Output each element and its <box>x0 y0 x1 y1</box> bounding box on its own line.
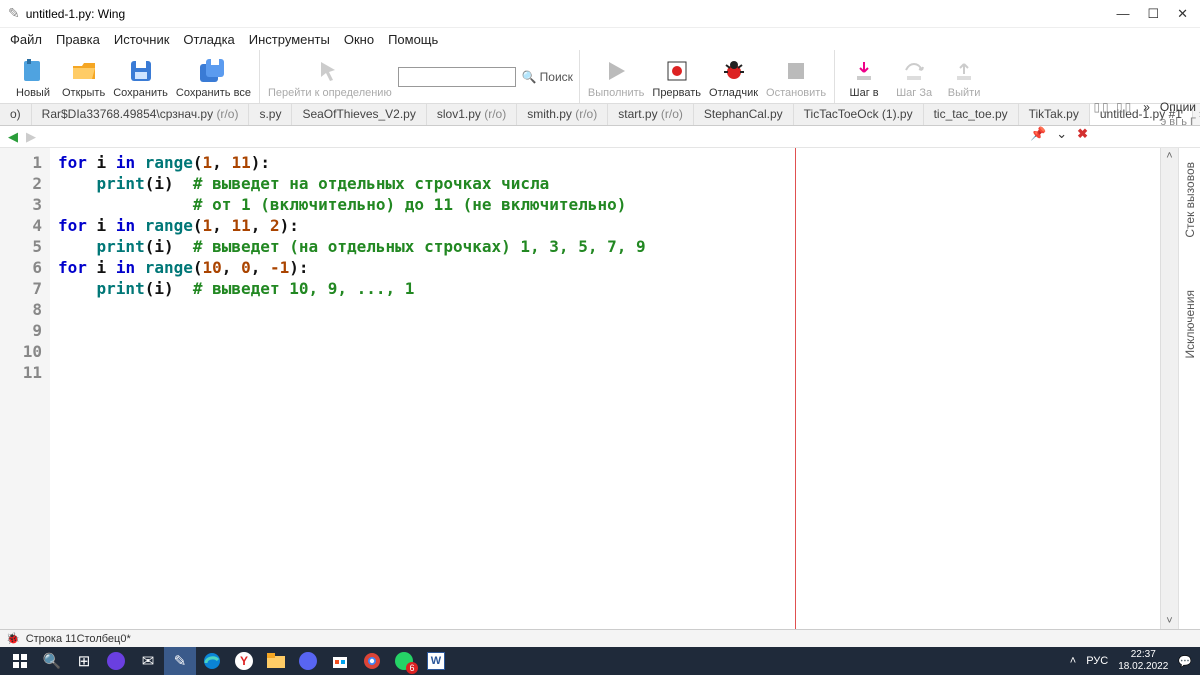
app-alice-icon[interactable] <box>100 647 132 675</box>
app-icon: ✎ <box>8 5 20 22</box>
margin-line <box>795 148 796 629</box>
open-folder-icon <box>70 57 98 85</box>
status-line: Строка 11 <box>26 633 77 645</box>
close-tab-icon[interactable]: ✖ <box>1077 126 1088 142</box>
stop-icon <box>782 57 810 85</box>
sidetab-exceptions[interactable]: Исключения <box>1181 284 1199 365</box>
nav-row: ◀ ▶ <box>0 126 1200 148</box>
debug-button[interactable]: Отладчик <box>707 52 760 101</box>
goto-def-button[interactable]: Перейти к определению <box>266 52 394 101</box>
options-label[interactable]: Опции <box>1160 100 1196 114</box>
toolbar: Новый Открыть Сохранить Сохранить все Пе… <box>0 50 1200 104</box>
tray-expand-icon[interactable]: ˄ <box>1070 655 1076 667</box>
file-tab[interactable]: SeaOfThieves_V2.py <box>292 104 426 125</box>
file-tab[interactable]: s.py <box>249 104 292 125</box>
break-button[interactable]: Прервать <box>650 52 703 101</box>
menu-file[interactable]: Файл <box>10 32 42 47</box>
step-out-icon <box>950 57 978 85</box>
menu-window[interactable]: Окно <box>344 32 374 47</box>
hint-text: э вІ ь Г <box>1161 116 1196 128</box>
tray-lang[interactable]: РУС <box>1086 655 1108 667</box>
menu-tools[interactable]: Инструменты <box>249 32 330 47</box>
right-panel-tabs: Стек вызовов Исключения <box>1178 148 1200 629</box>
tray-notifications-icon[interactable]: 💬 <box>1178 655 1192 668</box>
file-tab[interactable]: Rar$DIa33768.49854\срзнач.py (r/o) <box>32 104 250 125</box>
menu-help[interactable]: Помощь <box>388 32 438 47</box>
stop-record-icon <box>663 57 691 85</box>
statusbar: 🐞 Строка 11 Столбец0 * <box>0 629 1200 647</box>
run-button[interactable]: Выполнить <box>586 52 646 101</box>
app-wing-icon[interactable]: ✎ <box>164 647 196 675</box>
small-icons[interactable]: ▯▯ ▯▯ <box>1093 100 1133 114</box>
stepin-button[interactable]: Шаг в <box>841 52 887 101</box>
status-col: Столбец0 <box>77 633 127 645</box>
app-discord-icon[interactable] <box>292 647 324 675</box>
new-file-icon <box>19 57 47 85</box>
search-box: 🔍Поиск <box>398 66 573 88</box>
file-tab[interactable]: TicTacToeOck (1).py <box>794 104 924 125</box>
file-tab[interactable]: start.py (r/o) <box>608 104 694 125</box>
titlebar: ✎ untitled-1.py: Wing — ☐ ✕ <box>0 0 1200 28</box>
open-button[interactable]: Открыть <box>60 52 107 101</box>
arrow-cursor-icon <box>316 57 344 85</box>
status-bug-icon[interactable]: 🐞 <box>6 632 20 645</box>
app-edge-icon[interactable] <box>196 647 228 675</box>
file-tab[interactable]: tic_tac_toe.py <box>924 104 1019 125</box>
pin-icon[interactable]: 📌 <box>1030 126 1046 142</box>
save-icon <box>127 57 155 85</box>
line-gutter: 1234567891011 <box>0 148 50 629</box>
stepover-button[interactable]: Шаг За <box>891 52 937 101</box>
search-icon: 🔍 <box>522 70 537 84</box>
play-icon <box>602 57 630 85</box>
close-button[interactable]: ✕ <box>1177 6 1188 22</box>
taskbar: 🔍 ⊞ ✉ ✎ Y 6 W ˄ РУС 22:37 18.02.2022 💬 <box>0 647 1200 675</box>
nav-fwd-icon[interactable]: ▶ <box>26 129 36 145</box>
vertical-scrollbar[interactable]: ˄ ˅ <box>1160 148 1178 629</box>
scroll-down-icon[interactable]: ˅ <box>1166 615 1172 627</box>
file-tab[interactable]: smith.py (r/o) <box>517 104 608 125</box>
file-tab-bar: o)Rar$DIa33768.49854\срзнач.py (r/o)s.py… <box>0 104 1200 126</box>
dropdown-icon[interactable]: ⌄ <box>1056 126 1067 142</box>
app-whatsapp-icon[interactable]: 6 <box>388 647 420 675</box>
app-chrome-icon[interactable] <box>356 647 388 675</box>
menu-source[interactable]: Источник <box>114 32 170 47</box>
more-icon[interactable]: » <box>1143 100 1150 114</box>
search-input[interactable] <box>398 67 516 87</box>
file-tab[interactable]: o) <box>0 104 32 125</box>
save-button[interactable]: Сохранить <box>111 52 170 101</box>
status-modified: * <box>126 633 130 645</box>
app-yandex-icon[interactable]: Y <box>228 647 260 675</box>
step-over-icon <box>900 57 928 85</box>
menu-debug[interactable]: Отладка <box>183 32 234 47</box>
scroll-up-icon[interactable]: ˄ <box>1166 150 1172 162</box>
saveall-icon <box>199 57 227 85</box>
code-area[interactable]: for i in range(1, 11): print(i) # выведе… <box>50 148 1160 629</box>
file-tab[interactable]: StephanCal.py <box>694 104 794 125</box>
file-tab[interactable]: slov1.py (r/o) <box>427 104 517 125</box>
step-in-icon <box>850 57 878 85</box>
menu-edit[interactable]: Правка <box>56 32 100 47</box>
sidetab-callstack[interactable]: Стек вызовов <box>1181 156 1199 244</box>
bug-icon <box>720 57 748 85</box>
app-store-icon[interactable] <box>324 647 356 675</box>
stepout-button[interactable]: Выйти <box>941 52 987 101</box>
start-button[interactable] <box>4 647 36 675</box>
file-tab[interactable]: TikTak.py <box>1019 104 1090 125</box>
menubar: Файл Правка Источник Отладка Инструменты… <box>0 28 1200 50</box>
nav-back-icon[interactable]: ◀ <box>8 129 18 145</box>
tray-clock[interactable]: 22:37 18.02.2022 <box>1118 649 1168 673</box>
app-mail-icon[interactable]: ✉ <box>132 647 164 675</box>
app-word-icon[interactable]: W <box>420 647 452 675</box>
minimize-button[interactable]: — <box>1116 6 1129 22</box>
halt-button[interactable]: Остановить <box>764 52 828 101</box>
new-button[interactable]: Новый <box>10 52 56 101</box>
editor: 1234567891011 for i in range(1, 11): pri… <box>0 148 1200 629</box>
window-title: untitled-1.py: Wing <box>26 7 125 21</box>
maximize-button[interactable]: ☐ <box>1147 6 1159 22</box>
taskview-icon[interactable]: ⊞ <box>68 647 100 675</box>
app-explorer-icon[interactable] <box>260 647 292 675</box>
search-taskbar-icon[interactable]: 🔍 <box>36 647 68 675</box>
saveall-button[interactable]: Сохранить все <box>174 52 253 101</box>
